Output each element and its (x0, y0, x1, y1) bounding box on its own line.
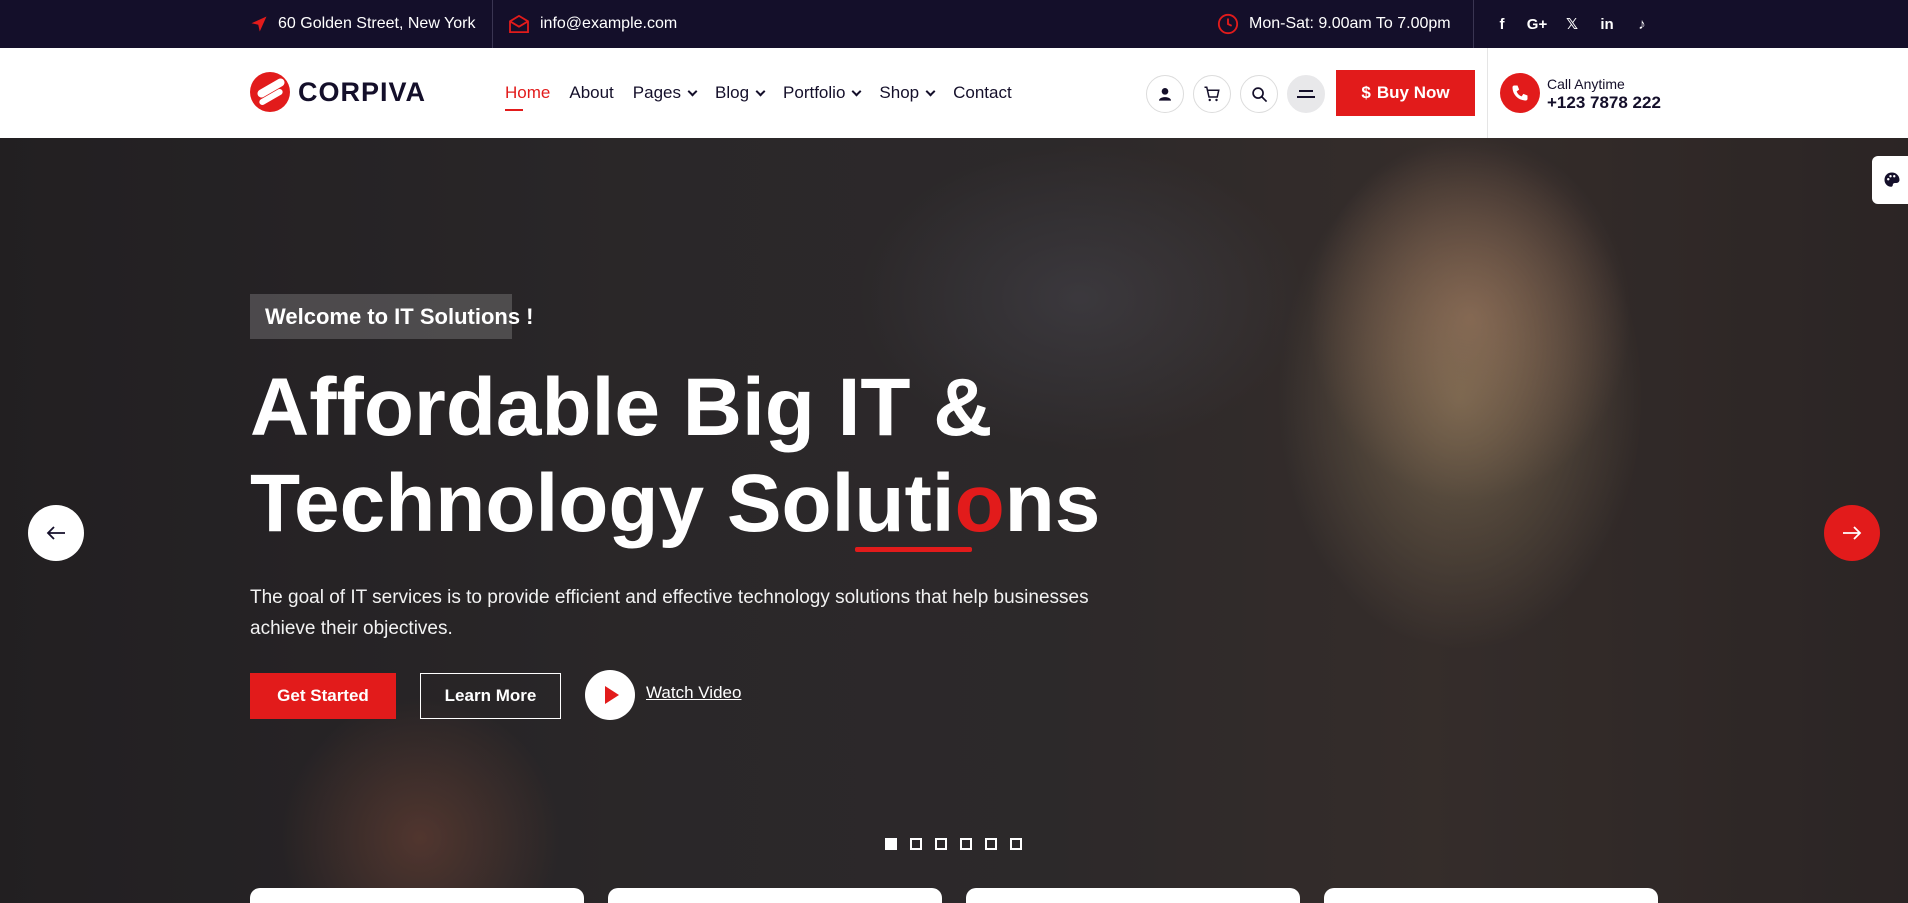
tiktok-icon[interactable]: ♪ (1634, 16, 1650, 33)
envelope-icon (508, 15, 530, 33)
logo-mark-icon (250, 72, 290, 112)
main-nav: Home About Pages Blog Portfolio Shop Con… (505, 48, 1012, 138)
facebook-icon[interactable]: f (1494, 16, 1510, 33)
hero-tagline: Welcome to IT Solutions ! (250, 294, 534, 339)
divider (1473, 0, 1474, 48)
google-plus-icon[interactable]: G+ (1527, 16, 1547, 33)
buy-now-label: Buy Now (1376, 83, 1450, 102)
feature-card (966, 888, 1300, 903)
nav-item-label: Home (505, 83, 551, 102)
nav-item-label: Contact (953, 83, 1012, 102)
slide-pagination (885, 838, 1022, 850)
divider (1487, 48, 1488, 138)
social-links: f G+ 𝕏 in ♪ (1494, 0, 1650, 48)
slide-dot[interactable] (935, 838, 947, 850)
chevron-down-icon (851, 86, 862, 96)
account-button[interactable] (1146, 75, 1184, 113)
user-icon (1159, 88, 1171, 101)
menu-icon (1297, 90, 1315, 98)
nav-item-label: About (569, 83, 614, 102)
nav-item-blog[interactable]: Blog (715, 83, 766, 103)
hero-title: Affordable Big IT & Technology Solutions (250, 360, 1150, 552)
email-item[interactable]: info@example.com (508, 0, 677, 48)
palette-icon[interactable] (1872, 156, 1908, 204)
nav-item-label: Shop (879, 83, 920, 102)
next-slide-button[interactable] (1824, 505, 1880, 561)
cart-button[interactable] (1193, 75, 1231, 113)
email-text[interactable]: info@example.com (540, 15, 677, 33)
nav-item-contact[interactable]: Contact (953, 83, 1012, 103)
nav-item-pages[interactable]: Pages (632, 83, 698, 103)
call-phone[interactable]: +123 7878 222 (1547, 93, 1661, 113)
address-text: 60 Golden Street, New York (278, 15, 476, 32)
nav-item-label: Blog (715, 83, 750, 102)
slide-dot[interactable] (1010, 838, 1022, 850)
slide-dot[interactable] (885, 838, 897, 850)
nav-item-shop[interactable]: Shop (879, 83, 936, 103)
menu-toggle-button[interactable] (1287, 75, 1325, 113)
title-underline (855, 547, 972, 552)
hero-title-line2-b: ns (1004, 458, 1101, 549)
linkedin-icon[interactable]: in (1599, 16, 1615, 33)
top-bar: 60 Golden Street, New York info@example.… (0, 0, 1908, 48)
hero-description: The goal of IT services is to provide ef… (250, 587, 1089, 639)
chevron-down-icon (687, 86, 698, 96)
clock-icon (1217, 13, 1239, 35)
prev-slide-button[interactable] (28, 505, 84, 561)
chevron-down-icon (755, 86, 766, 96)
hours-text: Mon-Sat: 9.00am To 7.00pm (1249, 15, 1451, 32)
x-twitter-icon[interactable]: 𝕏 (1564, 15, 1580, 33)
logo[interactable]: CORPIVA (250, 72, 426, 112)
learn-more-button[interactable]: Learn More (420, 673, 561, 719)
slide-dot[interactable] (910, 838, 922, 850)
slide-dot[interactable] (985, 838, 997, 850)
nav-item-label: Portfolio (783, 83, 846, 102)
main-header: CORPIVA Home About Pages Blog Portfolio … (0, 48, 1908, 138)
get-started-button[interactable]: Get Started (250, 673, 396, 719)
cart-icon (1204, 86, 1220, 102)
hours-item: Mon-Sat: 9.00am To 7.00pm (1217, 0, 1451, 48)
search-button[interactable] (1240, 75, 1278, 113)
logo-text: CORPIVA (298, 76, 427, 107)
divider (492, 0, 493, 48)
feature-card (608, 888, 942, 903)
hero-title-line1: Affordable Big IT & (250, 362, 993, 453)
location-arrow-icon (250, 15, 268, 33)
call-info: Call Anytime +123 7878 222 (1547, 76, 1661, 113)
feature-card (1324, 888, 1658, 903)
feature-cards (250, 888, 1658, 903)
nav-item-label: Pages (632, 83, 681, 102)
arrow-right-icon (1843, 526, 1862, 540)
hero-title-line2-a: Technology Soluti (250, 458, 955, 549)
slide-dot[interactable] (960, 838, 972, 850)
nav-item-portfolio[interactable]: Portfolio (783, 83, 862, 103)
address-item: 60 Golden Street, New York (250, 0, 475, 48)
dollar-icon: $ (1361, 83, 1371, 102)
hero-title-highlight: o (954, 458, 1005, 549)
hero-slider: Welcome to IT Solutions ! Affordable Big… (0, 138, 1908, 903)
watch-video-link[interactable]: Watch Video (646, 683, 741, 703)
chevron-down-icon (925, 86, 936, 96)
feature-card (250, 888, 584, 903)
arrow-left-icon (46, 526, 65, 540)
call-label: Call Anytime (1547, 76, 1625, 92)
search-icon (1251, 86, 1267, 102)
buy-now-button[interactable]: $ Buy Now (1336, 70, 1475, 116)
phone-icon[interactable] (1500, 73, 1540, 113)
nav-item-about[interactable]: About (569, 83, 613, 103)
nav-item-home[interactable]: Home (505, 83, 551, 111)
play-icon[interactable] (585, 670, 635, 720)
